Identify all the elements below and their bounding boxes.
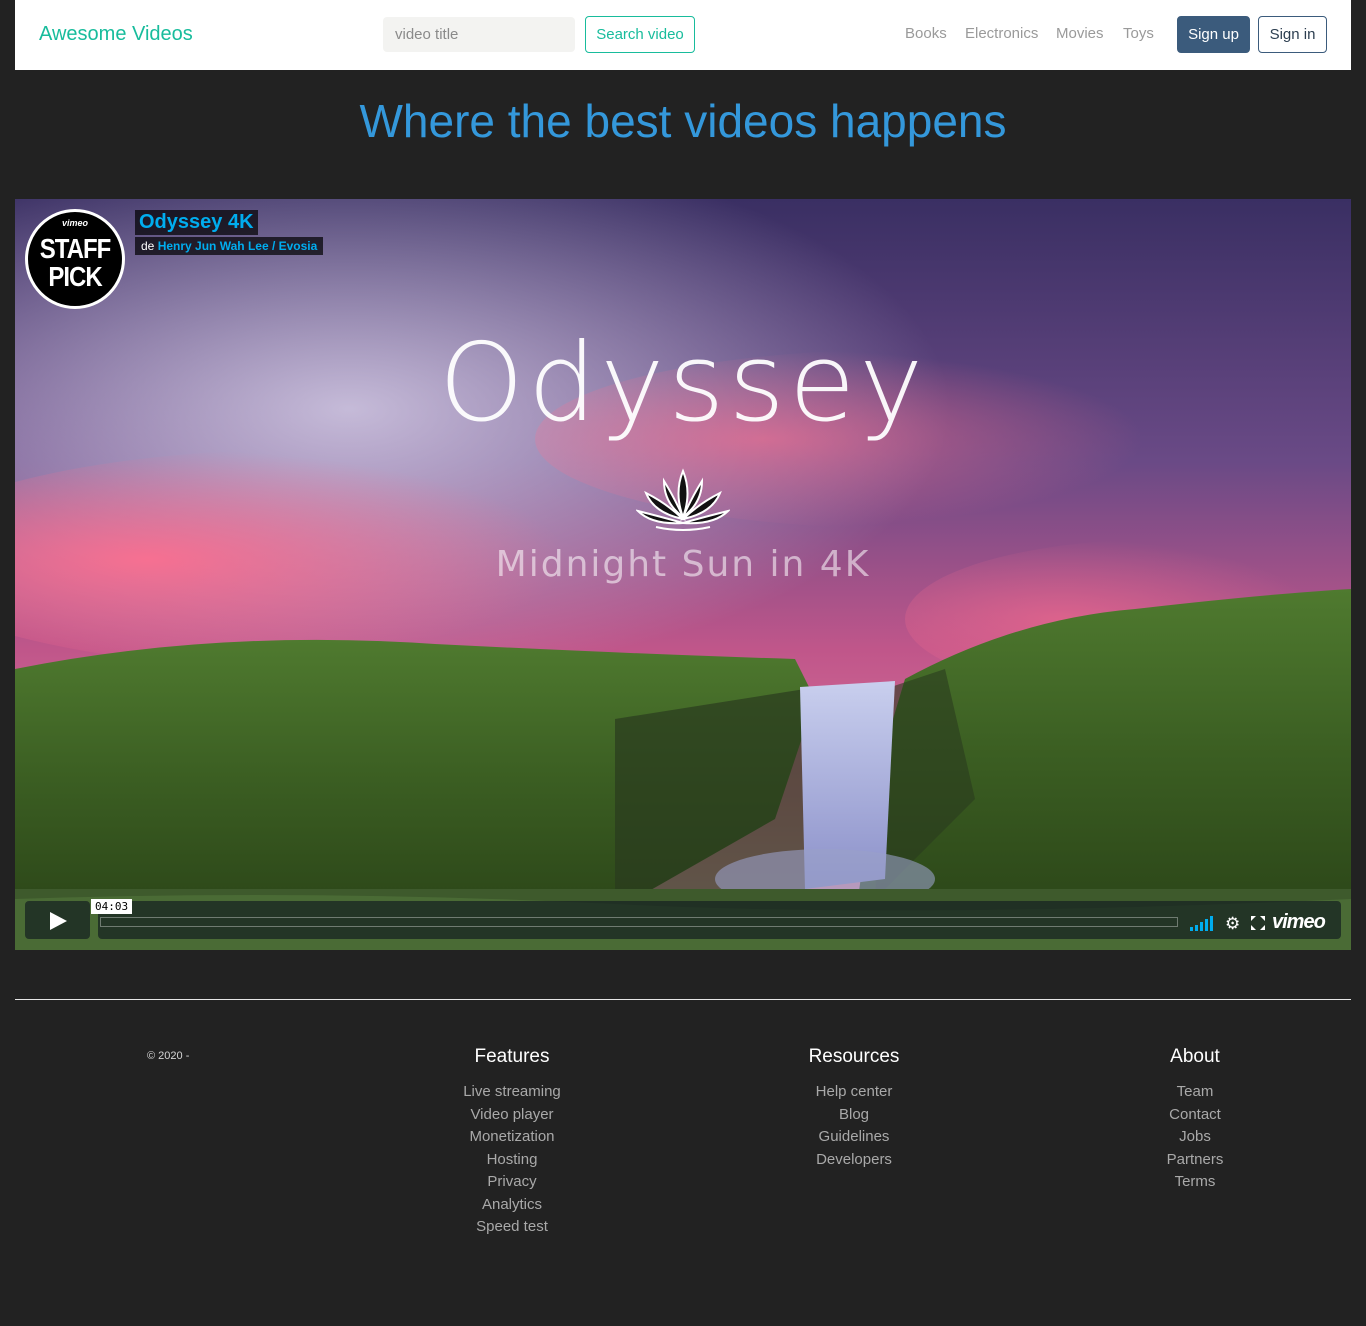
nav-link-movies[interactable]: Movies — [1056, 25, 1104, 42]
footer-link-hosting[interactable]: Hosting — [487, 1151, 538, 1168]
search-button[interactable]: Search video — [585, 16, 695, 53]
video-byline: de Henry Jun Wah Lee / Evosia — [135, 237, 324, 255]
footer-col-resources: Resources Help center Blog Guidelines De… — [754, 1046, 954, 1171]
footer-link-monetization[interactable]: Monetization — [469, 1128, 554, 1145]
nav-link-toys[interactable]: Toys — [1123, 25, 1154, 42]
video-player[interactable]: vimeo STAFF PICK Odyssey 4K de Henry Jun… — [15, 199, 1351, 950]
overlay-title: Odyssey — [438, 321, 928, 446]
hero-title: Where the best videos happens — [359, 95, 1007, 147]
footer-link-developers[interactable]: Developers — [816, 1151, 892, 1168]
footer-link-jobs[interactable]: Jobs — [1179, 1128, 1211, 1145]
progress-bar[interactable] — [100, 917, 1178, 927]
footer-link-partners[interactable]: Partners — [1167, 1151, 1224, 1168]
footer-link-team[interactable]: Team — [1177, 1083, 1214, 1100]
footer-col-features: Features Live streaming Video player Mon… — [412, 1046, 612, 1239]
navbar: Awesome Videos Search video Books Electr… — [15, 0, 1351, 70]
badge-brand: vimeo — [61, 218, 88, 228]
brand-link[interactable]: Awesome Videos — [39, 23, 193, 46]
settings-gear-icon[interactable]: ⚙ — [1225, 915, 1240, 932]
footer-link-analytics[interactable]: Analytics — [482, 1196, 542, 1213]
nav-link-electronics[interactable]: Electronics — [965, 25, 1038, 42]
footer-link-blog[interactable]: Blog — [839, 1106, 869, 1123]
staff-pick-badge[interactable]: vimeo STAFF PICK — [25, 209, 125, 309]
footer-link-guidelines[interactable]: Guidelines — [819, 1128, 890, 1145]
footer-heading-about: About — [1170, 1046, 1220, 1067]
footer-link-terms[interactable]: Terms — [1175, 1173, 1216, 1190]
video-title[interactable]: Odyssey 4K — [135, 210, 258, 235]
signup-button[interactable]: Sign up — [1177, 16, 1250, 53]
footer-heading-resources: Resources — [808, 1046, 900, 1067]
footer-link-video-player[interactable]: Video player — [470, 1106, 553, 1123]
signin-button[interactable]: Sign in — [1258, 16, 1327, 53]
play-button[interactable] — [25, 901, 90, 939]
fullscreen-icon[interactable] — [1251, 916, 1265, 930]
overlay-subtitle: Midnight Sun in 4K — [495, 544, 871, 585]
volume-icon[interactable] — [1190, 915, 1216, 931]
footer-link-live-streaming[interactable]: Live streaming — [463, 1083, 561, 1100]
video-author-link[interactable]: Henry Jun Wah Lee / Evosia — [158, 239, 318, 253]
footer-link-contact[interactable]: Contact — [1169, 1106, 1221, 1123]
byline-prefix: de — [141, 239, 155, 253]
play-icon — [50, 912, 67, 930]
footer-link-help-center[interactable]: Help center — [816, 1083, 893, 1100]
vimeo-logo[interactable]: vimeo — [1272, 911, 1326, 934]
copyright: © 2020 - — [147, 1050, 190, 1062]
badge-line2: PICK — [48, 261, 102, 293]
lotus-icon — [636, 468, 730, 531]
footer-heading-features: Features — [474, 1046, 550, 1067]
footer-col-about: About Team Contact Jobs Partners Terms — [1095, 1046, 1295, 1194]
footer-link-privacy[interactable]: Privacy — [487, 1173, 536, 1190]
timecode: 04:03 — [91, 899, 133, 914]
nav-link-books[interactable]: Books — [905, 25, 947, 42]
footer-divider — [15, 999, 1351, 1000]
search-input[interactable] — [383, 17, 575, 52]
footer-link-speed-test[interactable]: Speed test — [476, 1218, 548, 1235]
controls-bar — [98, 901, 1341, 939]
